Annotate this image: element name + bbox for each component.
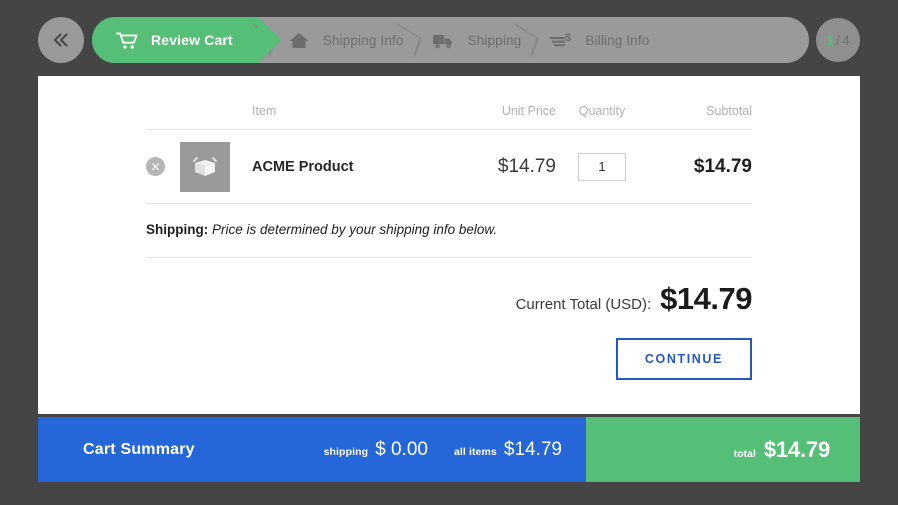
summary-shipping-label: shipping (323, 445, 369, 458)
table-header-row: Item Unit Price Quantity Subtotal (146, 104, 752, 130)
step-counter-total: 4 (841, 32, 850, 48)
header-quantity: Quantity (578, 104, 626, 118)
shipping-note-label: Shipping: (146, 222, 209, 237)
cart-table: Item Unit Price Quantity Subtotal ✕ ACME… (146, 104, 752, 380)
table-row: ✕ ACME Product $14.79 1 $14.79 (146, 130, 752, 204)
chevron-double-left-icon (51, 33, 71, 47)
remove-circle-icon[interactable]: ✕ (146, 157, 165, 176)
subtotal-cell: $14.79 (648, 156, 752, 178)
quantity-input[interactable] (578, 152, 626, 181)
quantity-cell (556, 152, 648, 181)
product-name-cell: ACME Product (252, 158, 452, 176)
thumbnail-cell (180, 141, 252, 192)
back-button[interactable] (38, 17, 84, 63)
unit-price-cell: $14.79 (452, 156, 556, 178)
header-unit-price: Unit Price (501, 104, 556, 118)
shipping-note: Shipping: Price is determined by your sh… (146, 204, 752, 258)
current-total-value: $14.79 (660, 281, 752, 316)
open-box-icon (190, 152, 220, 182)
unit-price-value: $14.79 (497, 155, 556, 177)
current-total-label: Current Total (USD): (515, 296, 652, 313)
step-counter: 1 / 4 (816, 18, 860, 62)
cart-summary-title: Cart Summary (83, 440, 195, 458)
summary-metrics: shipping $ 0.00 all items $14.79 (298, 439, 586, 461)
cart-summary-total: total $14.79 (586, 417, 860, 482)
summary-shipping-value: $ 0.00 (375, 438, 428, 460)
action-row: CONTINUE (146, 317, 752, 380)
cart-summary-left: Cart Summary shipping $ 0.00 all items $… (38, 417, 586, 482)
checkout-screen: Review Cart Shipping Info Shipping $ Bil… (0, 0, 898, 505)
summary-all-items: all items $14.79 (454, 439, 562, 461)
summary-total-label: total (733, 448, 756, 460)
step-billing-info[interactable]: $ Billing Info (522, 17, 649, 63)
product-thumbnail[interactable] (180, 141, 230, 192)
current-total-row: Current Total (USD): $14.79 (146, 258, 753, 317)
cart-summary-bar: Cart Summary shipping $ 0.00 all items $… (38, 417, 860, 482)
cart-card: Item Unit Price Quantity Subtotal ✕ ACME… (38, 76, 860, 414)
step-counter-current: 1 (826, 32, 835, 48)
invoice-dollar-icon: $ (548, 27, 574, 53)
shipping-note-text: Price is determined by your shipping inf… (212, 222, 498, 237)
remove-cell: ✕ (146, 157, 180, 176)
summary-all-items-value: $14.79 (503, 438, 562, 460)
subtotal-value: $14.79 (693, 155, 752, 177)
summary-shipping: shipping $ 0.00 (324, 439, 428, 461)
step-track: Review Cart Shipping Info Shipping $ Bil… (92, 17, 809, 63)
step-review-cart[interactable]: Review Cart (92, 17, 281, 63)
step-label: Billing Info (585, 32, 650, 48)
checkout-stepper: Review Cart Shipping Info Shipping $ Bil… (38, 17, 860, 63)
home-icon (286, 27, 312, 53)
continue-button[interactable]: CONTINUE (615, 338, 752, 380)
header-item: Item (252, 104, 277, 118)
svg-text:$: $ (565, 32, 571, 44)
step-counter-separator: / (836, 32, 840, 48)
product-name: ACME Product (252, 158, 354, 175)
step-label: Shipping (467, 32, 522, 48)
shopping-cart-icon (114, 27, 140, 53)
header-subtotal: Subtotal (706, 104, 752, 118)
step-label: Review Cart (151, 32, 233, 48)
summary-total-value: $14.79 (763, 437, 830, 462)
step-shipping-info[interactable]: Shipping Info (260, 17, 404, 63)
step-label: Shipping Info (322, 32, 404, 48)
summary-all-items-label: all items (453, 445, 497, 458)
delivery-truck-icon (431, 27, 457, 53)
step-shipping[interactable]: Shipping (405, 17, 522, 63)
